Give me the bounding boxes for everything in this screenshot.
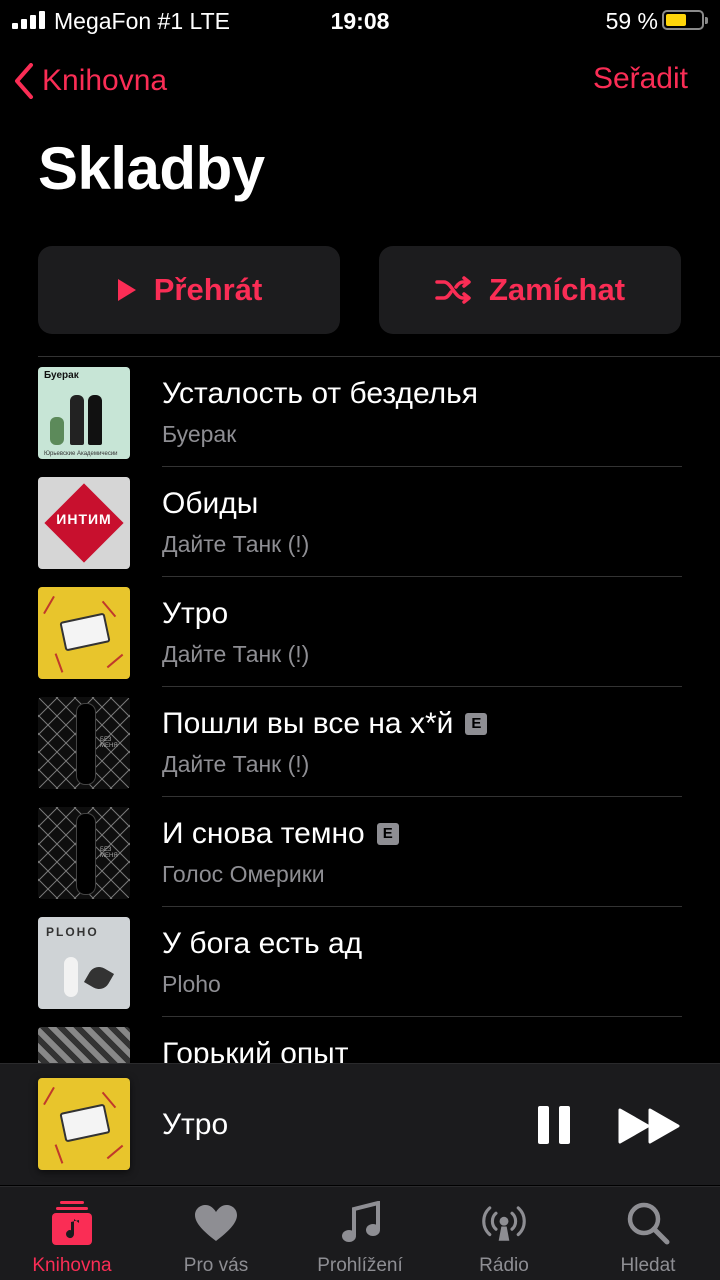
tab-radio[interactable]: Rádio (432, 1187, 576, 1280)
tab-browse[interactable]: Prohlížení (288, 1187, 432, 1280)
song-artist: Голос Омерики (162, 861, 325, 887)
now-playing-title: Утро (162, 1108, 229, 1141)
tab-label: Prohlížení (317, 1255, 403, 1276)
tab-label: Pro vás (183, 1255, 249, 1276)
album-art: Буерак Юрьевские Академичесии (38, 367, 130, 459)
play-icon (117, 279, 136, 301)
album-art: БЕЗ МЕНЯ (38, 807, 130, 899)
explicit-badge: E (376, 823, 399, 845)
song-title: Усталость от безделья (162, 377, 479, 410)
page-title: Skladby (38, 135, 265, 202)
tab-library[interactable]: Knihovna (0, 1187, 144, 1280)
explicit-badge: E (465, 713, 488, 735)
tab-for-you[interactable]: Pro vás (144, 1187, 288, 1280)
pause-icon[interactable] (536, 1106, 572, 1144)
tab-label: Knihovna (32, 1255, 112, 1276)
tab-label: Rádio (479, 1255, 529, 1276)
song-row[interactable]: Буерак Юрьевские Академичесии Усталость … (0, 357, 720, 467)
album-art (38, 587, 130, 679)
song-artist: Ploho (162, 971, 221, 997)
back-button[interactable]: Knihovna (14, 58, 167, 104)
album-art: БЕЗ МЕНЯ (38, 697, 130, 789)
battery-percent: 59 % (605, 8, 658, 34)
tab-bar: Knihovna Pro vás Prohlížení Rádio Hledat (0, 1186, 720, 1280)
mini-player[interactable]: Утро (0, 1063, 720, 1185)
song-artist: Буерак (162, 421, 237, 447)
shuffle-button[interactable]: Zamíchat (379, 246, 681, 334)
play-button[interactable]: Přehrát (38, 246, 340, 334)
album-art: PLOHO (38, 917, 130, 1009)
tab-label: Hledat (620, 1255, 676, 1276)
status-bar: MegaFon #1 LTE 19:08 59 % (0, 0, 720, 40)
song-artist: Дайте Танк (!) (162, 641, 310, 667)
back-label: Knihovna (42, 64, 168, 97)
song-artist: Дайте Танк (!) (162, 531, 310, 557)
library-icon (48, 1199, 96, 1247)
radio-icon (480, 1199, 528, 1247)
battery-icon (662, 10, 708, 30)
song-row[interactable]: ИНТИМ Обиды Дайте Танк (!) (0, 467, 720, 577)
music-note-icon (336, 1199, 384, 1247)
heart-icon (192, 1199, 240, 1247)
song-title: Горький опыт (162, 1037, 349, 1063)
song-row[interactable]: Горький опыт (0, 1017, 720, 1063)
tab-search[interactable]: Hledat (576, 1187, 720, 1280)
now-playing-art (38, 1078, 130, 1170)
song-title: У бога есть ад (162, 927, 363, 960)
song-row[interactable]: БЕЗ МЕНЯ И снова темно E Голос Омерики (0, 797, 720, 907)
song-list[interactable]: Буерак Юрьевские Академичесии Усталость … (0, 357, 720, 1063)
song-title: Обиды (162, 487, 259, 520)
battery-fill (666, 14, 686, 26)
song-row[interactable]: Утро Дайте Танк (!) (0, 577, 720, 687)
search-icon (624, 1199, 672, 1247)
song-row[interactable]: БЕЗ МЕНЯ Пошли вы все на х*й E Дайте Тан… (0, 687, 720, 797)
album-art (38, 1027, 130, 1063)
album-art: ИНТИМ (38, 477, 130, 569)
shuffle-icon (435, 276, 471, 304)
chevron-left-icon (15, 63, 33, 99)
shuffle-label: Zamíchat (488, 272, 626, 307)
play-label: Přehrát (153, 272, 263, 307)
song-title: И снова темно E (162, 817, 399, 851)
fast-forward-icon[interactable] (618, 1108, 682, 1144)
song-artist: Дайте Танк (!) (162, 751, 310, 777)
song-title: Пошли вы все на х*й E (162, 707, 488, 741)
sort-button[interactable]: Seřadit (593, 62, 688, 96)
song-title: Утро (162, 597, 229, 630)
song-row[interactable]: PLOHO У бога есть ад Ploho (0, 907, 720, 1017)
